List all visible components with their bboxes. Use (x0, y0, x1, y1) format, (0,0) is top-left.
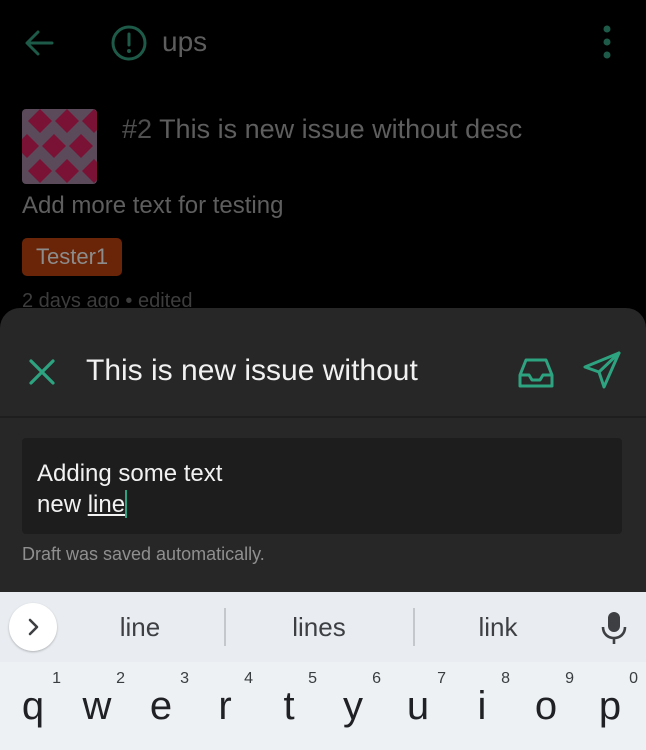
key-w[interactable]: 2w (65, 662, 129, 750)
suggestion-1[interactable]: line (60, 592, 220, 662)
alert-circle-icon (111, 25, 147, 61)
issue-title: #2 This is new issue without desc (122, 114, 522, 145)
label-chip[interactable]: Tester1 (22, 238, 123, 276)
issue-number: #2 (122, 114, 153, 144)
comment-editor[interactable]: Adding some text new line (22, 438, 622, 534)
editor-line-1: Adding some text (37, 460, 223, 487)
edit-issue-sheet: This is new issue without Adding some te… (0, 308, 646, 598)
key-letter: r (218, 684, 232, 728)
key-t[interactable]: 5t (257, 662, 321, 750)
suggestion-bar: line lines link (0, 592, 646, 662)
close-icon[interactable] (26, 356, 58, 388)
key-letter: p (598, 684, 622, 728)
author-avatar[interactable] (22, 109, 97, 184)
expand-toolbar-button[interactable] (9, 603, 57, 651)
issue-description: Add more text for testing (22, 192, 284, 219)
repo-name: ups (162, 26, 208, 57)
sheet-header: This is new issue without (0, 308, 646, 418)
key-q[interactable]: 1q (1, 662, 65, 750)
text-caret (125, 490, 128, 518)
issue-screen: ups #2 This is new issue without desc Ad… (0, 0, 646, 330)
key-letter: u (406, 684, 430, 728)
soft-keyboard: line lines link 1q 2w 3e 4r 5t 6y 7u 8i … (0, 592, 646, 750)
key-row-top: 1q 2w 3e 4r 5t 6y 7u 8i 9o 0p (0, 662, 646, 750)
issue-title-text: This is new issue without desc (159, 114, 523, 144)
inbox-icon[interactable] (515, 352, 557, 394)
top-app-bar: ups (0, 0, 646, 84)
key-e[interactable]: 3e (129, 662, 193, 750)
key-letter: i (477, 684, 487, 728)
suggestion-divider (413, 608, 415, 646)
editor-text[interactable]: Adding some text new line (37, 458, 222, 520)
composing-word: line (87, 491, 126, 518)
key-y[interactable]: 6y (321, 662, 385, 750)
editor-line-2-prefix: new (37, 491, 88, 518)
key-r[interactable]: 4r (193, 662, 257, 750)
key-letter: w (82, 684, 112, 728)
key-letter: t (283, 684, 295, 728)
arrow-left-icon[interactable] (22, 26, 56, 60)
key-o[interactable]: 9o (514, 662, 578, 750)
editor-line-2: new line (37, 489, 222, 520)
more-vertical-icon[interactable] (596, 24, 618, 60)
avatar-pattern (22, 109, 97, 184)
suggestion-3[interactable]: link (417, 592, 579, 662)
suggestion-2[interactable]: lines (228, 592, 410, 662)
key-letter: o (534, 684, 558, 728)
key-letter: y (343, 684, 363, 728)
sheet-title: This is new issue without (86, 354, 418, 387)
key-i[interactable]: 8i (450, 662, 514, 750)
draft-saved-note: Draft was saved automatically. (22, 544, 265, 564)
header-divider (0, 416, 646, 418)
suggestion-divider (224, 608, 226, 646)
key-letter: e (149, 684, 173, 728)
key-u[interactable]: 7u (386, 662, 450, 750)
key-letter: q (21, 684, 45, 728)
mic-icon[interactable] (600, 610, 628, 646)
send-icon[interactable] (582, 350, 622, 390)
key-p[interactable]: 0p (578, 662, 642, 750)
chevron-right-icon (28, 618, 39, 636)
